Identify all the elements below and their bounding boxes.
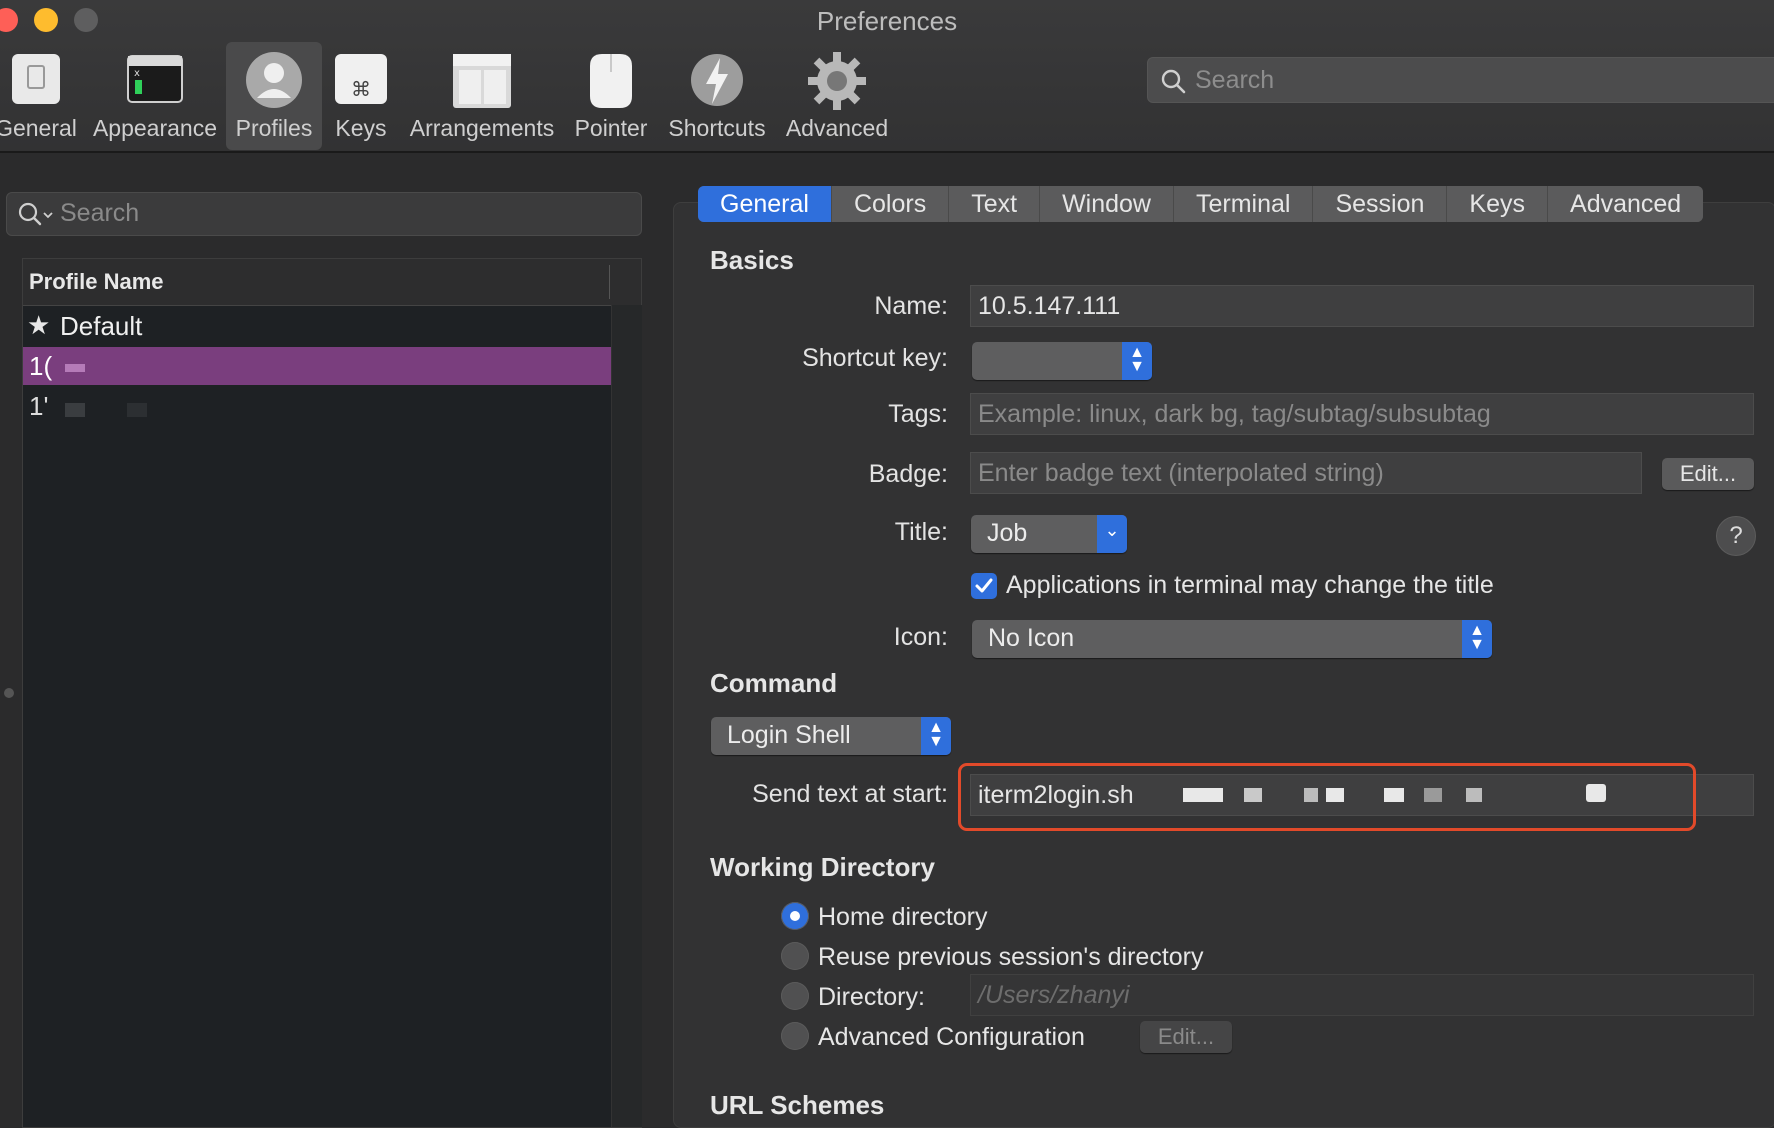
toolbar-profiles[interactable]: Profiles	[226, 42, 322, 150]
icon-popup-value: No Icon	[988, 624, 1075, 652]
profile-row[interactable]: 1'	[23, 387, 611, 425]
toolbar-label: Appearance	[92, 115, 218, 141]
chevron-down-icon: ⌄	[1097, 515, 1127, 553]
toolbar-label: Advanced	[785, 115, 889, 141]
tab-colors[interactable]: Colors	[831, 186, 950, 222]
radio-reuse-directory[interactable]	[781, 942, 809, 970]
search-placeholder: Search	[1195, 66, 1275, 94]
radio-directory-label[interactable]: Directory:	[818, 983, 925, 1012]
help-button[interactable]: ?	[1716, 516, 1756, 556]
shortcuts-icon	[691, 54, 743, 106]
column-divider	[609, 265, 610, 299]
redacted-text	[127, 403, 147, 417]
toolbar-label: Arrangements	[409, 115, 555, 141]
search-icon	[18, 202, 53, 226]
profiles-icon	[246, 52, 302, 108]
window-title: Preferences	[816, 6, 958, 36]
toolbar-search-field[interactable]: Search	[1147, 57, 1774, 103]
toolbar-keys[interactable]: ⌘ Keys	[326, 42, 396, 150]
toolbar-shortcuts[interactable]: Shortcuts	[662, 42, 772, 150]
radio-advanced-configuration[interactable]	[781, 1022, 809, 1050]
highlight-box	[958, 763, 1696, 831]
tab-general[interactable]: General	[698, 186, 832, 222]
command-mode-popup[interactable]: Login Shell ▲ ▼	[711, 717, 951, 755]
toolbar-appearance[interactable]: x Appearance	[88, 42, 222, 150]
badge-field[interactable]: Enter badge text (interpolated string)	[970, 452, 1642, 494]
tab-advanced[interactable]: Advanced	[1548, 186, 1704, 222]
column-header-label: Profile Name	[29, 269, 164, 294]
radio-directory[interactable]	[781, 982, 809, 1010]
icon-label: Icon:	[893, 623, 948, 651]
arrangements-icon	[453, 54, 511, 108]
toolbar-label: Keys	[335, 115, 387, 141]
pointer-icon	[590, 54, 632, 108]
tab-session[interactable]: Session	[1313, 186, 1448, 222]
tab-terminal[interactable]: Terminal	[1173, 186, 1314, 222]
toolbar-advanced[interactable]: Advanced	[780, 42, 894, 150]
tags-label: Tags:	[888, 400, 948, 428]
tab-window[interactable]: Window	[1040, 186, 1174, 222]
badge-label: Badge:	[868, 460, 948, 488]
command-mode-value: Login Shell	[727, 721, 851, 749]
tab-keys[interactable]: Keys	[1447, 186, 1549, 222]
change-title-checkbox-label[interactable]: Applications in terminal may change the …	[1006, 571, 1494, 600]
search-icon	[1161, 69, 1186, 94]
icon-popup[interactable]: No Icon ▲ ▼	[972, 620, 1492, 658]
redacted-text	[65, 364, 85, 372]
title-popup[interactable]: Job ⌄	[971, 515, 1127, 553]
star-icon: ★	[27, 310, 51, 340]
toolbar-label: General	[0, 115, 77, 141]
appearance-icon: x	[127, 55, 183, 103]
name-label: Name:	[874, 292, 948, 320]
profile-name: 1(	[29, 351, 53, 381]
split-view-handle[interactable]	[0, 682, 14, 706]
change-title-checkbox[interactable]	[971, 573, 997, 599]
radio-advanced-configuration-label[interactable]: Advanced Configuration	[818, 1023, 1085, 1052]
svg-text:x: x	[134, 68, 140, 79]
title-label: Title:	[894, 518, 948, 546]
search-placeholder: Search	[60, 199, 140, 227]
general-icon	[12, 54, 60, 104]
section-command-heading: Command	[710, 668, 838, 698]
tab-text[interactable]: Text	[949, 186, 1041, 222]
chevron-updown-icon: ▲ ▼	[921, 717, 951, 755]
toolbar-label: Profiles	[235, 115, 313, 141]
toolbar-label: Shortcuts	[668, 115, 766, 141]
section-url-schemes-heading: URL Schemes	[710, 1090, 885, 1120]
section-basics-heading: Basics	[710, 245, 794, 275]
radio-home-directory-label[interactable]: Home directory	[818, 903, 988, 932]
profile-name: 1'	[29, 391, 49, 421]
profile-row-selected[interactable]: 1(	[23, 347, 611, 385]
toolbar: Preferences General x Appearance Profile…	[0, 0, 1774, 153]
keys-icon: ⌘	[335, 54, 387, 104]
directory-path-field[interactable]: /Users/zhanyi	[970, 974, 1754, 1016]
chevron-updown-icon: ▲ ▼	[1462, 620, 1492, 658]
profile-name: Default	[60, 311, 143, 341]
toolbar-general[interactable]: General	[0, 42, 78, 150]
badge-edit-button[interactable]: Edit...	[1662, 458, 1754, 490]
tags-field[interactable]: Example: linux, dark bg, tag/subtag/subs…	[970, 393, 1754, 435]
checkmark-icon	[975, 578, 993, 593]
profile-tab-bar: General Colors Text Window Terminal Sess…	[698, 186, 1704, 222]
chevron-updown-icon: ▲ ▼	[1122, 342, 1152, 380]
shortcut-key-popup[interactable]: ▲ ▼	[972, 342, 1152, 380]
shortcut-key-label: Shortcut key:	[802, 344, 948, 372]
advanced-icon	[808, 52, 866, 110]
name-field[interactable]: 10.5.147.111	[970, 285, 1754, 327]
column-header[interactable]: Profile Name	[23, 259, 641, 306]
advanced-configuration-edit-button[interactable]: Edit...	[1140, 1021, 1232, 1053]
section-working-directory-heading: Working Directory	[710, 852, 935, 882]
profile-search-field[interactable]: Search	[6, 192, 642, 236]
redacted-text	[65, 403, 85, 417]
toolbar-label: Pointer	[574, 115, 648, 141]
toolbar-pointer[interactable]: Pointer	[566, 42, 656, 150]
toolbar-arrangements[interactable]: Arrangements	[406, 42, 558, 150]
svg-text:⌘: ⌘	[351, 77, 371, 101]
radio-home-directory[interactable]	[781, 902, 809, 930]
profile-table: Profile Name ★ Default 1( 1'	[22, 258, 642, 1128]
radio-reuse-directory-label[interactable]: Reuse previous session's directory	[818, 943, 1204, 972]
send-text-label: Send text at start:	[752, 780, 948, 808]
profile-row-default[interactable]: ★ Default	[23, 307, 611, 345]
title-popup-value: Job	[987, 519, 1028, 547]
